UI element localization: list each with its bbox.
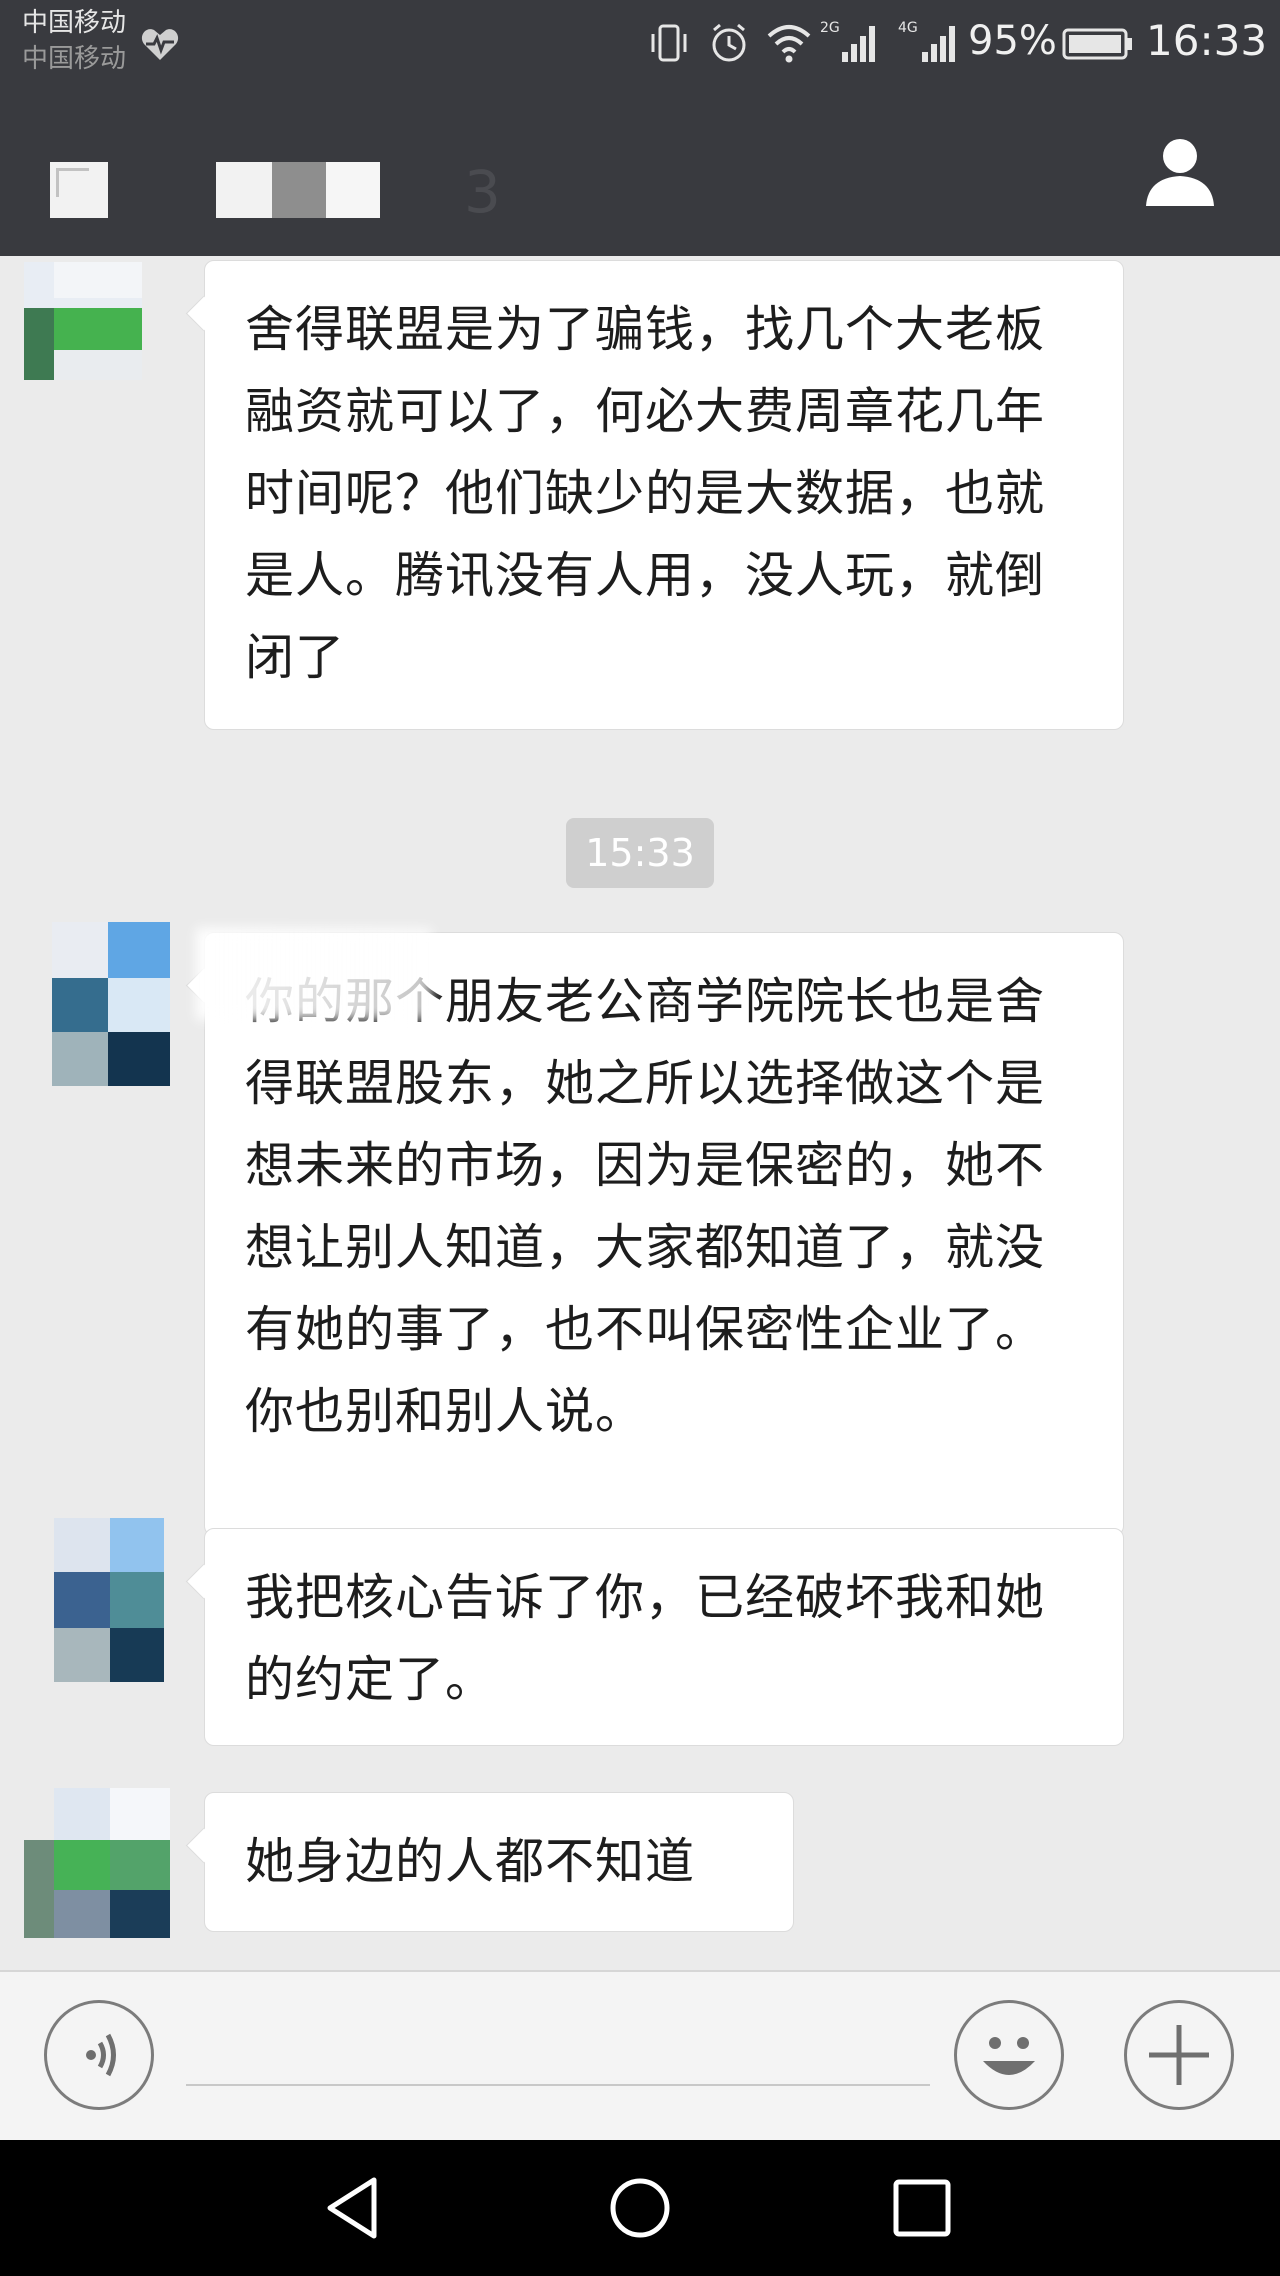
message-input[interactable] [186, 2012, 930, 2086]
chat-title-ghost-text: 3 [464, 158, 501, 226]
avatar-pixel [110, 1788, 170, 1840]
plus-icon [1149, 2025, 1209, 2085]
heart-rate-icon [141, 29, 179, 60]
wechat-chat-screen: 中国移动 中国移动 2G 4G 95% 16:33 3 舍得联盟是为了骗钱，找几… [0, 0, 1280, 2276]
avatar-pixel [52, 1032, 108, 1086]
chat-title-bar: 3 [0, 84, 1280, 256]
message-bubble[interactable]: 舍得联盟是为了骗钱，找几个大老板融资就可以了，何必大费周章花几年时间呢？他们缺少… [204, 260, 1124, 730]
avatar-pixel [110, 1890, 170, 1938]
wifi-icon [767, 25, 811, 63]
signal-4g-icon: 4G [898, 20, 955, 62]
signal-2g-label: 2G [820, 20, 840, 36]
message-text: 舍得联盟是为了骗钱，找几个大老板融资就可以了，何必大费周章花几年时间呢？他们缺少… [245, 301, 1046, 686]
chat-input-bar [0, 1970, 1280, 2140]
chat-title-redacted [216, 162, 380, 218]
back-button[interactable] [50, 162, 108, 218]
avatar-pixel [54, 1518, 110, 1572]
alarm-icon [712, 23, 746, 62]
message-timestamp: 15:33 [566, 818, 714, 888]
message-text: 你的那个朋友老公商学院院长也是舍得联盟股东，她之所以选择做这个是想未来的市场，因… [245, 973, 1046, 1440]
signal-4g-label: 4G [898, 20, 918, 36]
avatar-pixel [54, 308, 142, 350]
carrier-name-secondary: 中国移动 [22, 44, 127, 74]
avatar-pixel [108, 1032, 170, 1086]
avatar-pixel [54, 1840, 110, 1890]
redaction-block [272, 162, 326, 218]
redaction-block [326, 162, 380, 218]
message-bubble[interactable]: 我把核心告诉了你，已经破坏我和她的约定了。 [204, 1528, 1124, 1746]
avatar-pixel [54, 350, 142, 380]
avatar-pixel [52, 978, 108, 1032]
avatar-pixel [110, 1518, 164, 1572]
emoji-button[interactable] [954, 2000, 1064, 2110]
battery-percentage: 95% [968, 18, 1057, 64]
avatar[interactable] [52, 922, 170, 1086]
voice-input-button[interactable] [44, 2000, 154, 2110]
signal-2g-icon: 2G [820, 20, 875, 62]
avatar[interactable] [24, 262, 142, 380]
avatar-pixel [52, 922, 108, 978]
redaction-block [216, 162, 272, 218]
chat-info-person-icon[interactable] [1140, 132, 1220, 212]
battery-icon [1062, 28, 1132, 60]
message-bubble[interactable]: 你的那个朋友老公商学院院长也是舍得联盟股东，她之所以选择做这个是想未来的市场，因… [204, 932, 1124, 1536]
avatar-pixel [54, 1890, 110, 1938]
circle-home-icon[interactable] [600, 2168, 680, 2248]
avatar-pixel [24, 308, 54, 380]
message-bubble[interactable]: 她身边的人都不知道 [204, 1792, 794, 1932]
android-nav-bar [0, 2140, 1280, 2276]
chat-message-list[interactable]: 舍得联盟是为了骗钱，找几个大老板融资就可以了，何必大费周章花几年时间呢？他们缺少… [0, 256, 1280, 1970]
avatar-pixel [54, 1788, 110, 1840]
more-actions-button[interactable] [1124, 2000, 1234, 2110]
status-bar: 中国移动 中国移动 2G 4G 95% 16:33 [0, 0, 1280, 84]
message-text: 她身边的人都不知道 [245, 1833, 696, 1890]
avatar[interactable] [24, 1788, 170, 1938]
avatar-pixel [108, 922, 170, 978]
avatar-pixel [110, 1628, 164, 1682]
avatar-pixel [110, 1572, 164, 1628]
carrier-name-primary: 中国移动 [22, 8, 127, 38]
redaction-blur [196, 928, 432, 1020]
avatar-pixel [108, 978, 170, 1032]
avatar-pixel [54, 1628, 110, 1682]
smiley-icon [983, 2037, 1035, 2075]
avatar-pixel [24, 1840, 54, 1938]
status-clock: 16:33 [1146, 16, 1268, 65]
avatar-pixel [54, 262, 142, 298]
triangle-back-icon[interactable] [316, 2168, 396, 2248]
avatar-pixel [110, 1840, 170, 1890]
avatar[interactable] [54, 1518, 164, 1682]
vibrate-icon [651, 24, 687, 62]
avatar-pixel [54, 1572, 110, 1628]
message-text: 我把核心告诉了你，已经破坏我和她的约定了。 [245, 1569, 1046, 1708]
voice-icon [86, 2033, 116, 2077]
square-recent-icon[interactable] [882, 2168, 962, 2248]
